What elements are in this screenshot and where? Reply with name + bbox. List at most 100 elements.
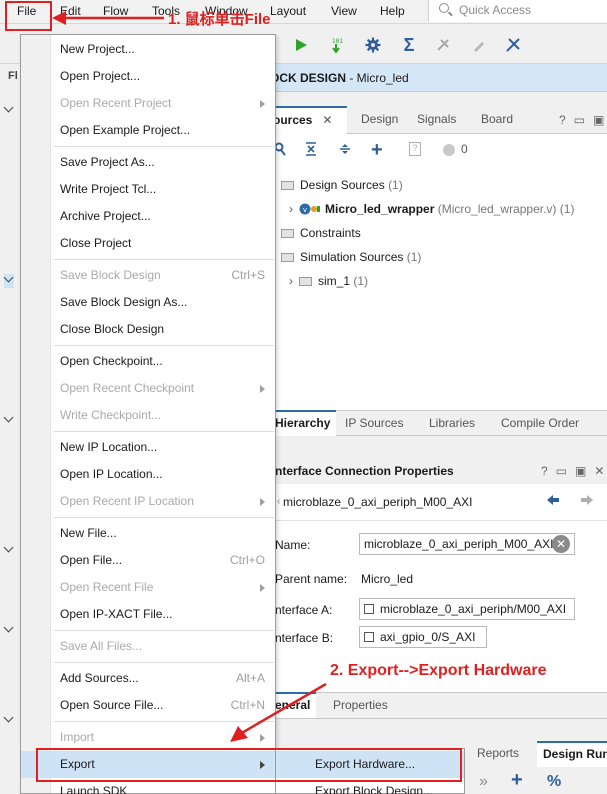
search-placeholder: Quick Access <box>459 3 532 17</box>
back-arrow-icon[interactable] <box>545 492 561 511</box>
collapse-all-icon[interactable] <box>305 142 317 159</box>
tab-libraries[interactable]: Libraries <box>423 411 481 439</box>
help-doc-icon[interactable]: ? <box>409 142 421 156</box>
menu-item-open-project[interactable]: Open Project... <box>21 63 275 90</box>
menu-item-export-hardware[interactable]: Export Hardware... <box>276 751 464 778</box>
interface-b-label: nterface B: <box>275 631 334 645</box>
annotation-arrow-2 <box>230 682 327 742</box>
properties-title: nterface Connection Properties <box>275 464 454 478</box>
menu-item-export[interactable]: Export <box>21 751 275 778</box>
parent-name-label: Parent name: <box>275 572 348 586</box>
panel-window-buttons[interactable]: ?▭▣ <box>559 113 607 127</box>
tab-design-runs[interactable]: Design Run <box>537 741 607 767</box>
clear-icon[interactable]: ✕ <box>552 535 570 553</box>
menu-item-open-file[interactable]: Open File... Ctrl+O <box>21 547 275 574</box>
tree-simulation-sources[interactable]: Simulation Sources (1) <box>281 250 421 270</box>
chevron-down-icon[interactable] <box>4 274 14 288</box>
tab-reports[interactable]: Reports <box>471 741 525 769</box>
tab-hierarchy[interactable]: Hierarchy <box>269 410 337 436</box>
tab-compile-order[interactable]: Compile Order <box>495 411 585 439</box>
add-icon[interactable]: + <box>371 139 383 162</box>
menu-item-open-recent-checkpoint[interactable]: Open Recent Checkpoint <box>21 375 275 402</box>
close-icon[interactable]: ✕ <box>322 113 332 127</box>
name-field[interactable]: microblaze_0_axi_periph_M00_AXI <box>359 533 575 555</box>
panel-window-buttons[interactable]: ?▭▣✕ <box>541 464 607 478</box>
menu-item-new-ip-location[interactable]: New IP Location... <box>21 434 275 461</box>
interface-a-label: nterface A: <box>275 603 333 617</box>
tree-sim-1[interactable]: › sim_1 (1) <box>289 274 368 294</box>
tab-signals[interactable]: Signals <box>411 106 462 134</box>
menu-item-archive-project[interactable]: Archive Project... <box>21 203 275 230</box>
tab-design[interactable]: Design <box>355 106 404 134</box>
chevron-right-icon[interactable]: » <box>479 773 488 791</box>
menu-help[interactable]: Help <box>380 4 405 18</box>
menu-item-save-block-design[interactable]: Save Block Design Ctrl+S <box>21 262 275 289</box>
tab-ip-sources[interactable]: IP Sources <box>339 411 409 439</box>
menu-item-save-all-files[interactable]: Save All Files... <box>21 633 275 660</box>
folder-icon <box>281 181 294 190</box>
chevron-down-icon[interactable] <box>4 414 14 424</box>
tab-properties[interactable]: Properties <box>327 693 394 721</box>
interface-a-field[interactable]: microblaze_0_axi_periph/M00_AXI <box>359 598 575 620</box>
chevron-down-icon[interactable] <box>4 624 14 634</box>
annotation-arrow-1 <box>52 11 164 25</box>
sources-panel: + ? 0 Design Sources (1) › v Micro_led_wra… <box>274 134 607 410</box>
menu-item-open-recent-ip-location[interactable]: Open Recent IP Location <box>21 488 275 515</box>
interface-port-icon <box>364 632 374 642</box>
export-submenu: Export Hardware... Export Block Design..… <box>275 748 465 794</box>
cross-probe-icon[interactable] <box>432 34 454 56</box>
block-design-title: OCK DESIGN - Micro_led <box>270 71 409 85</box>
svg-text:v: v <box>303 206 307 214</box>
chevron-down-icon[interactable] <box>4 104 14 114</box>
folder-icon <box>281 253 294 262</box>
folder-icon <box>281 229 294 238</box>
annotation-step-2: 2. Export-->Export Hardware <box>330 662 547 679</box>
quick-access-search[interactable]: Quick Access <box>428 0 607 22</box>
chevron-down-icon[interactable] <box>4 544 14 554</box>
status-count: 0 <box>461 142 468 156</box>
menu-layout[interactable]: Layout <box>270 4 306 18</box>
menu-item-save-block-design-as[interactable]: Save Block Design As... <box>21 289 275 316</box>
menu-item-close-project[interactable]: Close Project <box>21 230 275 257</box>
menu-item-new-project[interactable]: New Project... <box>21 36 275 63</box>
menu-item-open-ip-location[interactable]: Open IP Location... <box>21 461 275 488</box>
tree-design-sources[interactable]: Design Sources (1) <box>281 178 403 198</box>
tools-icon[interactable] <box>502 34 524 56</box>
run-icon[interactable] <box>290 34 312 56</box>
menu-item-save-project-as[interactable]: Save Project As... <box>21 149 275 176</box>
add-icon[interactable]: + <box>511 769 523 792</box>
menu-item-open-recent-file[interactable]: Open Recent File <box>21 574 275 601</box>
sigma-icon[interactable]: Σ <box>398 34 420 56</box>
chevron-left-icon[interactable]: ‹ <box>277 496 280 507</box>
menu-item-write-project-tcl[interactable]: Write Project Tcl... <box>21 176 275 203</box>
menu-item-close-block-design[interactable]: Close Block Design <box>21 316 275 343</box>
selected-object-name: microblaze_0_axi_periph_M00_AXI <box>283 495 473 509</box>
flow-navigator-label: Fl <box>8 70 18 82</box>
tree-constraints[interactable]: Constraints <box>281 226 361 246</box>
tab-sources[interactable]: ources ✕ <box>267 106 347 134</box>
search-icon[interactable] <box>274 142 287 159</box>
tree-micro-led-wrapper[interactable]: › v Micro_led_wrapper (Micro_led_wrapper.v… <box>289 202 574 222</box>
menu-item-open-example-project[interactable]: Open Example Project... <box>21 117 275 144</box>
menu-item-open-recent-project[interactable]: Open Recent Project <box>21 90 275 117</box>
expand-all-icon[interactable] <box>339 142 351 159</box>
sources-tabs: ources ✕ Design Signals Board ?▭▣ <box>267 106 607 134</box>
step-run-icon[interactable]: 101 <box>328 34 350 56</box>
status-dot <box>443 144 455 156</box>
gear-icon[interactable] <box>362 34 384 56</box>
chevron-down-icon[interactable] <box>4 714 14 724</box>
interface-connection-properties: nterface Connection Properties ?▭▣✕ ‹ mi… <box>275 456 607 692</box>
pen-icon[interactable] <box>468 34 490 56</box>
menu-item-open-ip-xact-file[interactable]: Open IP-XACT File... <box>21 601 275 628</box>
menu-item-launch-sdk[interactable]: Launch SDK <box>21 778 275 794</box>
menu-item-export-block-design[interactable]: Export Block Design... <box>276 778 464 794</box>
forward-arrow-icon[interactable] <box>579 492 595 511</box>
menu-item-new-file[interactable]: New File... <box>21 520 275 547</box>
interface-b-field[interactable]: axi_gpio_0/S_AXI <box>359 626 487 648</box>
menu-item-open-checkpoint[interactable]: Open Checkpoint... <box>21 348 275 375</box>
tab-board[interactable]: Board <box>475 106 519 134</box>
menu-item-write-checkpoint[interactable]: Write Checkpoint... <box>21 402 275 429</box>
percent-icon[interactable]: % <box>547 773 561 791</box>
menu-file[interactable]: File <box>17 4 36 18</box>
menu-view[interactable]: View <box>331 4 357 18</box>
